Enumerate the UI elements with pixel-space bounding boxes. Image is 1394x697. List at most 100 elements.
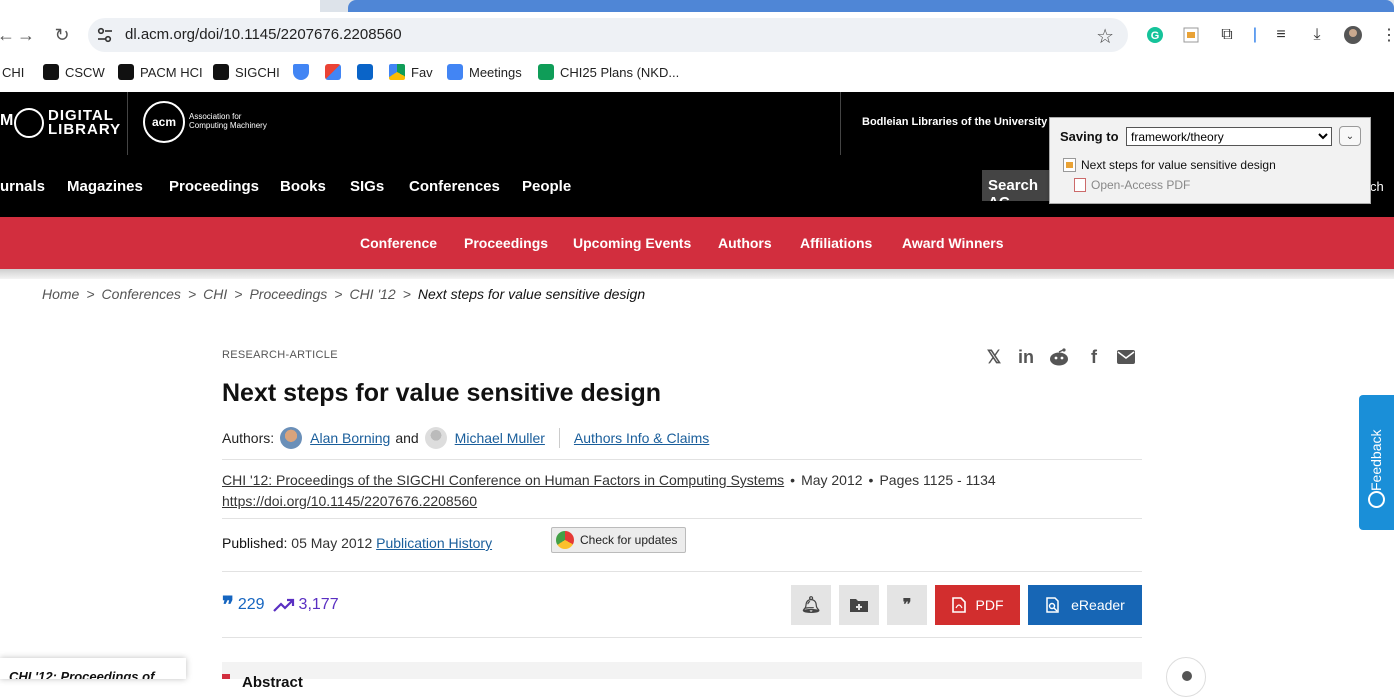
breadcrumb-chi[interactable]: CHI: [203, 286, 227, 302]
bookmark-chi[interactable]: CHI: [2, 63, 24, 81]
search-label-tail: ch: [1370, 179, 1384, 194]
nav-people[interactable]: People: [522, 178, 571, 195]
author-link-alan-borning[interactable]: Alan Borning: [310, 430, 390, 446]
linkedin-share-icon[interactable]: in: [1015, 346, 1037, 368]
media-queue-icon[interactable]: ≡: [1270, 24, 1292, 46]
bookmark-fav[interactable]: Fav: [389, 63, 433, 81]
subnav-proceedings[interactable]: Proceedings: [464, 235, 548, 251]
kebab-menu-icon[interactable]: ⋮: [1378, 24, 1394, 46]
bookmark-scholar[interactable]: [293, 63, 309, 81]
nav-conferences[interactable]: Conferences: [409, 178, 500, 195]
download-icon[interactable]: ⤓: [1306, 24, 1328, 46]
pdf-icon: [951, 597, 966, 613]
pdf-button[interactable]: PDF: [935, 585, 1020, 625]
ereader-button[interactable]: eReader: [1028, 585, 1142, 625]
facebook-share-icon[interactable]: f: [1083, 346, 1105, 368]
zotero-saving-popup: Saving to framework/theory ⌄ Next steps …: [1049, 117, 1371, 204]
article-title: Next steps for value sensitive design: [222, 379, 662, 407]
subnav-award-winners[interactable]: Award Winners: [902, 235, 1004, 251]
divider: [222, 571, 1142, 572]
site-settings-icon[interactable]: [96, 26, 114, 44]
bookmark-outlook[interactable]: [357, 63, 373, 81]
institution-name: Bodleian Libraries of the University of: [862, 116, 1061, 128]
header-divider: [840, 92, 841, 155]
proceedings-side-card[interactable]: CHI '12: Proceedings of: [0, 658, 186, 679]
document-icon: [1063, 158, 1076, 172]
divider: [222, 459, 1142, 460]
saved-item: Next steps for value sensitive design: [1063, 158, 1276, 172]
feedback-tab[interactable]: Feedback: [1359, 395, 1394, 530]
author-link-michael-muller[interactable]: Michael Muller: [455, 430, 545, 446]
breadcrumb-chi12[interactable]: CHI '12: [349, 286, 395, 302]
extensions-puzzle-icon[interactable]: ⧉: [1216, 24, 1238, 46]
proceedings-link[interactable]: CHI '12: Proceedings of the SIGCHI Confe…: [222, 472, 784, 488]
subnav-conference[interactable]: Conference: [360, 235, 437, 251]
alert-bell-button[interactable]: 🔔︎: [791, 585, 831, 625]
nav-journals[interactable]: urnals: [0, 178, 45, 195]
author-avatar[interactable]: [280, 427, 303, 449]
feedback-icon: [1368, 491, 1385, 508]
toolbar-divider-icon: |: [1252, 26, 1258, 43]
bookmark-gmail[interactable]: [325, 63, 341, 81]
divider: [222, 518, 1142, 519]
acm-logo[interactable]: acm: [143, 101, 185, 143]
dl-logo-mark-icon: [7, 101, 51, 145]
add-to-collection-button[interactable]: [839, 585, 879, 625]
gmail-icon: [325, 64, 341, 80]
check-for-updates-button[interactable]: Check for updates: [551, 527, 686, 553]
nav-books[interactable]: Books: [280, 178, 326, 195]
bookmark-sigchi[interactable]: SIGCHI: [213, 63, 280, 81]
author-avatar[interactable]: [424, 427, 447, 449]
publication-history-link[interactable]: Publication History: [376, 535, 492, 551]
x-share-icon[interactable]: 𝕏: [983, 346, 1005, 368]
authors-info-link[interactable]: Authors Info & Claims: [574, 430, 709, 446]
acm-favicon-icon: [118, 64, 134, 80]
subnav-upcoming-events[interactable]: Upcoming Events: [573, 235, 691, 251]
folder-plus-icon: [850, 599, 868, 612]
email-share-icon[interactable]: [1115, 346, 1137, 368]
bell-icon: 🔔︎: [800, 597, 822, 614]
browser-toolbar: ← → ↻ dl.acm.org/doi/10.1145/2207676.220…: [0, 12, 1394, 58]
abstract-section-header[interactable]: Abstract: [222, 662, 1142, 691]
zotero-extension-icon[interactable]: [1180, 24, 1202, 46]
download-count[interactable]: 3,177: [299, 596, 339, 614]
quote-icon: ❞: [902, 597, 912, 614]
grammarly-extension-icon[interactable]: G: [1144, 24, 1166, 46]
info-icon[interactable]: [1166, 657, 1206, 697]
docs-icon: [447, 64, 463, 80]
chevron-down-icon[interactable]: ⌄: [1339, 126, 1361, 146]
browser-tab-active[interactable]: [348, 0, 1394, 12]
bookmark-pacm-hci[interactable]: PACM HCI: [118, 63, 203, 81]
bookmark-star-icon[interactable]: ☆: [1096, 24, 1114, 49]
doi-link[interactable]: https://doi.org/10.1145/2207676.2208560: [222, 493, 477, 509]
bookmark-meetings[interactable]: Meetings: [447, 63, 522, 81]
reddit-share-icon[interactable]: [1048, 346, 1070, 368]
subnav-authors[interactable]: Authors: [718, 235, 772, 251]
profile-avatar[interactable]: [1342, 24, 1364, 46]
forward-icon[interactable]: →: [14, 23, 38, 47]
browser-tab-inactive[interactable]: [0, 0, 320, 12]
breadcrumb-proceedings[interactable]: Proceedings: [249, 286, 327, 302]
nav-proceedings[interactable]: Proceedings: [169, 178, 259, 195]
citation-count[interactable]: 229: [238, 596, 265, 614]
acm-favicon-icon: [213, 64, 229, 80]
cite-button[interactable]: ❞: [887, 585, 927, 625]
publication-info: CHI '12: Proceedings of the SIGCHI Confe…: [222, 472, 996, 509]
nav-sigs[interactable]: SIGs: [350, 178, 384, 195]
breadcrumb-separator: >: [86, 286, 95, 302]
address-bar[interactable]: dl.acm.org/doi/10.1145/2207676.2208560 ☆: [88, 18, 1128, 52]
nav-magazines[interactable]: Magazines: [67, 178, 143, 195]
url-text: dl.acm.org/doi/10.1145/2207676.2208560: [125, 26, 402, 43]
svg-text:G: G: [1151, 30, 1160, 42]
breadcrumb-current: Next steps for value sensitive design: [417, 286, 646, 302]
breadcrumb-home[interactable]: Home: [42, 286, 79, 302]
reload-icon[interactable]: ↻: [50, 23, 74, 47]
section-marker: [222, 674, 230, 679]
collection-select[interactable]: framework/theory: [1126, 127, 1332, 146]
divider: [558, 428, 560, 448]
bookmark-cscw[interactable]: CSCW: [43, 63, 105, 81]
breadcrumb-conferences[interactable]: Conferences: [102, 286, 181, 302]
acm-favicon-icon: [43, 64, 59, 80]
subnav-affiliations[interactable]: Affiliations: [800, 235, 872, 251]
bookmark-chi25-plans[interactable]: CHI25 Plans (NKD...: [538, 63, 679, 81]
